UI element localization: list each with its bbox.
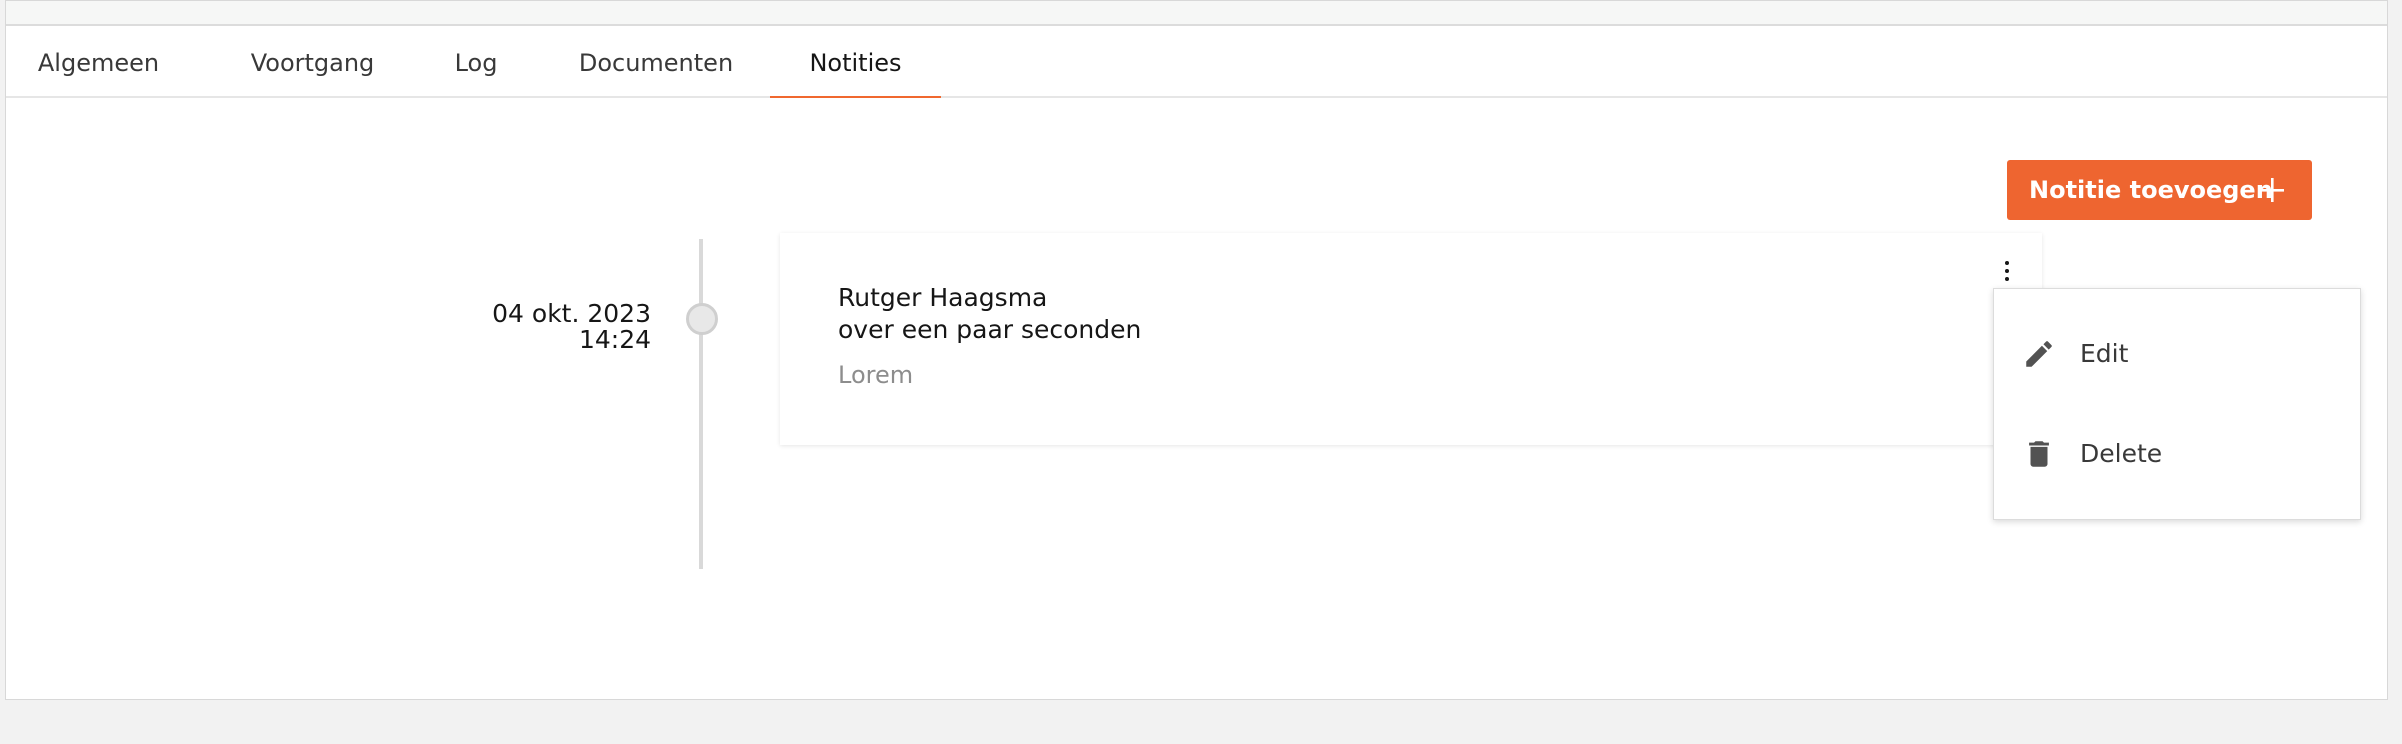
tab-algemeen[interactable]: Algemeen [26,28,171,98]
timeline-dot [686,303,718,335]
add-note-label: Notitie toevoegen [2029,176,2273,204]
menu-item-edit-label: Edit [2080,339,2129,368]
timeline-line [699,239,703,569]
overflow-menu-icon[interactable] [1995,257,2019,287]
note-relative-time: over een paar seconden [838,315,1142,344]
menu-item-delete[interactable]: Delete [1994,409,2360,499]
trash-icon [2022,437,2056,471]
timeline-date-time: 14:24 [578,325,651,354]
menu-item-edit[interactable]: Edit [1994,309,2360,399]
plus-icon [2258,176,2286,204]
note-text: Lorem [838,361,914,389]
note-author: Rutger Haagsma [838,283,1048,312]
note-context-menu: Edit Delete [1993,288,2361,520]
pencil-icon [2022,337,2056,371]
timeline-date-day: 04 okt. 2023 [492,299,651,328]
add-note-button[interactable]: Notitie toevoegen [2007,160,2312,220]
menu-item-delete-label: Delete [2080,439,2163,468]
tab-bar: Algemeen Voortgang Log Documenten Notiti… [6,28,2387,98]
tab-documenten[interactable]: Documenten [566,28,746,98]
note-card: Rutger Haagsma over een paar seconden Lo… [780,233,2042,445]
tab-notities[interactable]: Notities [770,28,941,98]
tab-log[interactable]: Log [446,28,506,98]
note-panel: Algemeen Voortgang Log Documenten Notiti… [5,0,2388,700]
timeline-date: 04 okt. 2023 14:24 [446,301,651,353]
top-strip [6,1,2387,26]
tab-voortgang[interactable]: Voortgang [235,28,390,98]
